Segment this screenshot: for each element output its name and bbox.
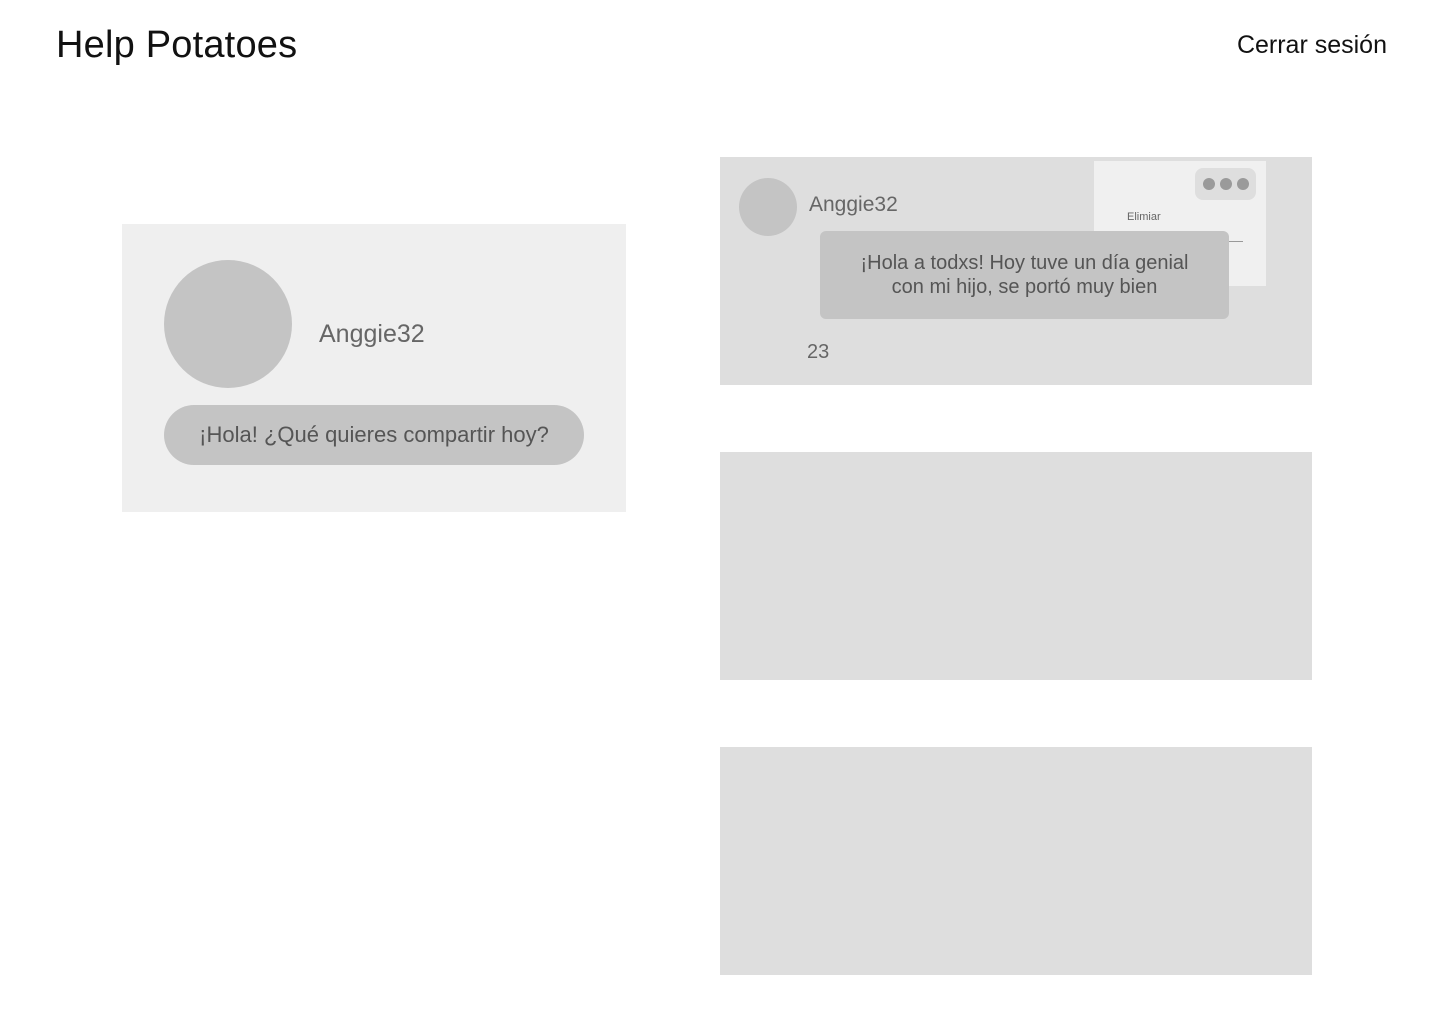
avatar: [164, 260, 292, 388]
feed-post-placeholder: [720, 747, 1312, 975]
compose-input[interactable]: ¡Hola! ¿Qué quieres compartir hoy?: [164, 405, 584, 465]
post-avatar: [739, 178, 797, 236]
composer-username: Anggie32: [319, 320, 425, 348]
post-text: ¡Hola a todxs! Hoy tuve un día genial co…: [860, 252, 1189, 298]
more-horizontal-icon: [1219, 178, 1232, 190]
post-reaction-count: 23: [807, 341, 830, 363]
page: Help Potatoes Cerrar sesión Anggie32 ¡Ho…: [0, 0, 1440, 1024]
post-username: Anggie32: [809, 193, 898, 216]
logout-button[interactable]: Cerrar sesión: [1237, 31, 1387, 60]
delete-menu-item[interactable]: Elimiar: [1127, 211, 1161, 223]
composer-card: Anggie32 ¡Hola! ¿Qué quieres compartir h…: [122, 224, 626, 512]
post-text-bubble: ¡Hola a todxs! Hoy tuve un día genial co…: [820, 231, 1229, 319]
feed-post-placeholder: [720, 452, 1312, 680]
feed-post: Anggie32 Elimiar ¡Hola a todxs! Hoy tuve…: [720, 157, 1312, 385]
more-horizontal-icon: [1236, 178, 1249, 190]
more-options-button[interactable]: [1195, 168, 1256, 200]
app-title: Help Potatoes: [56, 24, 298, 66]
more-horizontal-icon: [1202, 178, 1215, 190]
